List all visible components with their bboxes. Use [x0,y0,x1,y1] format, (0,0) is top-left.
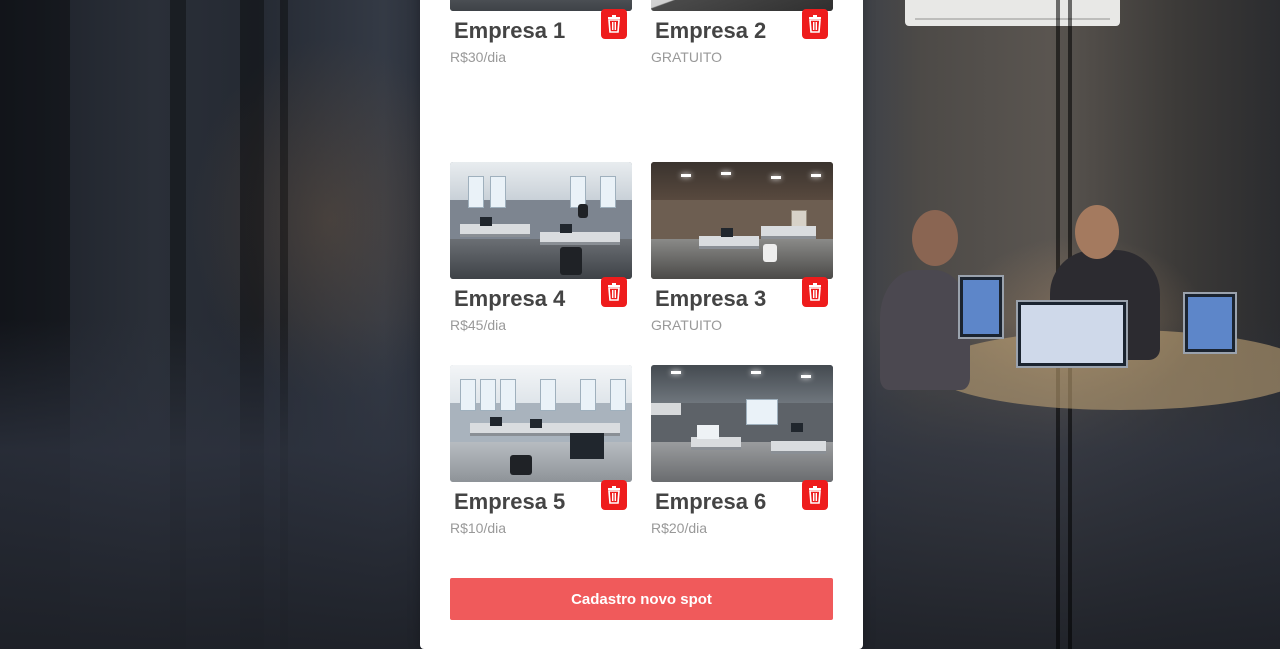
delete-spot-button[interactable] [802,480,828,510]
trash-icon [608,15,620,33]
delete-spot-button[interactable] [802,277,828,307]
spot-price: GRATUITO [651,317,723,333]
delete-spot-button[interactable] [802,9,828,39]
spot-price: R$10/dia [450,520,507,536]
trash-icon [809,283,821,301]
delete-spot-button[interactable] [601,480,627,510]
spot-name: Empresa 3 [655,286,767,311]
trash-icon [809,486,821,504]
delete-spot-button[interactable] [601,277,627,307]
spot-thumbnail [450,365,632,482]
spot-name: Empresa 5 [454,489,566,514]
spot-name: Empresa 6 [655,489,767,514]
spot-card[interactable]: Empresa 1 R$30/dia [450,0,632,74]
spot-price: R$45/dia [450,317,507,333]
spot-name: Empresa 4 [454,286,566,311]
trash-icon [809,15,821,33]
spot-card[interactable]: Empresa 4 R$45/dia [450,162,632,342]
spot-price: R$20/dia [651,520,708,536]
spot-card[interactable]: Empresa 6 R$20/dia [651,365,833,545]
new-spot-button[interactable]: Cadastro novo spot [450,578,833,620]
spot-name: Empresa 2 [655,18,767,43]
spot-card[interactable]: Empresa 5 R$10/dia [450,365,632,545]
spot-price: R$30/dia [450,49,507,65]
spot-thumbnail [651,365,833,482]
trash-icon [608,486,620,504]
spot-price: GRATUITO [651,49,723,65]
spot-thumbnail [450,162,632,279]
trash-icon [608,283,620,301]
spot-name: Empresa 1 [454,18,566,43]
spot-thumbnail [651,162,833,279]
spot-card[interactable]: Empresa 2 GRATUITO [651,0,833,74]
spots-panel: Empresa 1 R$30/dia Empresa 2 GRATUITO Em… [420,0,863,649]
spot-card[interactable]: Empresa 3 GRATUITO [651,162,833,342]
delete-spot-button[interactable] [601,9,627,39]
